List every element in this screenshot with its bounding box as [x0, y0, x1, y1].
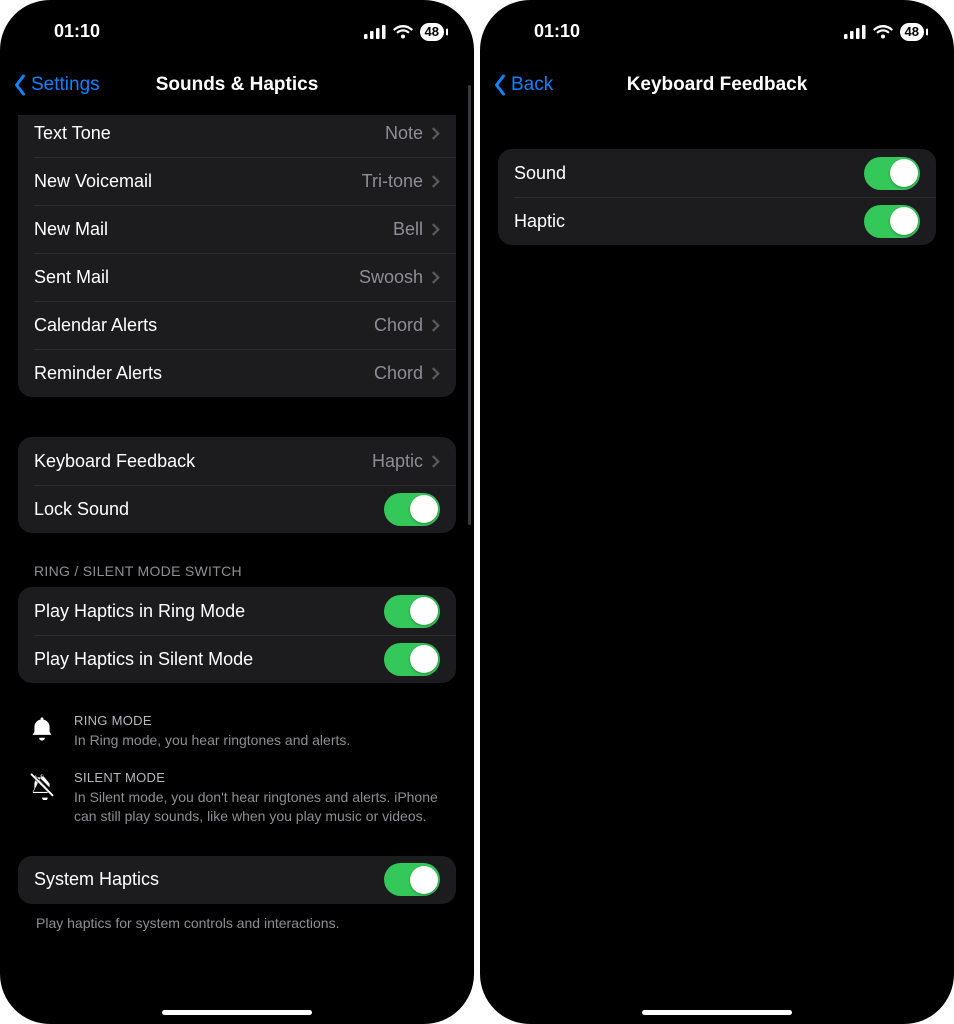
row-label: Play Haptics in Silent Mode	[34, 649, 253, 670]
info-desc: In Ring mode, you hear ringtones and ale…	[74, 731, 450, 750]
back-button[interactable]: Back	[480, 74, 553, 96]
bell-icon	[26, 713, 58, 743]
nav-header: Settings Sounds & Haptics	[0, 63, 474, 107]
status-bar: 01:10 48	[480, 0, 954, 55]
back-label: Settings	[31, 74, 100, 96]
sound-settings-group: Text Tone Note New Voicemail Tri-tone Ne…	[18, 115, 456, 397]
row-value: Tri-tone	[362, 171, 423, 192]
row-label: Lock Sound	[34, 499, 129, 520]
chevron-right-icon	[431, 366, 440, 381]
ring-haptics-toggle[interactable]	[384, 595, 440, 628]
chevron-right-icon	[431, 270, 440, 285]
info-silent-mode: SILENT MODE In Silent mode, you don't he…	[26, 770, 450, 826]
row-reminder-alerts[interactable]: Reminder Alerts Chord	[18, 349, 456, 397]
wifi-icon	[393, 25, 413, 39]
back-label: Back	[511, 74, 553, 96]
row-new-mail[interactable]: New Mail Bell	[18, 205, 456, 253]
wifi-icon	[873, 25, 893, 39]
row-value: Haptic	[372, 451, 423, 472]
row-label: New Mail	[34, 219, 108, 240]
row-sent-mail[interactable]: Sent Mail Swoosh	[18, 253, 456, 301]
info-title: SILENT MODE	[74, 770, 450, 785]
system-haptics-group: System Haptics	[18, 856, 456, 904]
row-calendar-alerts[interactable]: Calendar Alerts Chord	[18, 301, 456, 349]
status-right: 48	[844, 23, 924, 41]
ring-silent-group: Play Haptics in Ring Mode Play Haptics i…	[18, 587, 456, 683]
row-value: Swoosh	[359, 267, 423, 288]
keyboard-feedback-group: Sound Haptic	[498, 149, 936, 245]
row-label: Calendar Alerts	[34, 315, 157, 336]
battery-indicator: 48	[900, 23, 924, 41]
keyboard-lock-group: Keyboard Feedback Haptic Lock Sound	[18, 437, 456, 533]
row-system-haptics[interactable]: System Haptics	[18, 856, 456, 904]
content-area: Text Tone Note New Voicemail Tri-tone Ne…	[0, 115, 474, 1024]
info-title: RING MODE	[74, 713, 450, 728]
cell-signal-icon	[364, 25, 386, 39]
chevron-right-icon	[431, 126, 440, 141]
status-right: 48	[364, 23, 444, 41]
status-bar: 01:10 48	[0, 0, 474, 55]
sound-toggle[interactable]	[864, 157, 920, 190]
battery-level: 48	[425, 24, 439, 39]
row-new-voicemail[interactable]: New Voicemail Tri-tone	[18, 157, 456, 205]
chevron-left-icon	[492, 74, 507, 96]
row-value: Chord	[374, 315, 423, 336]
haptic-toggle[interactable]	[864, 205, 920, 238]
back-button[interactable]: Settings	[0, 74, 100, 96]
scrollbar-indicator[interactable]	[468, 85, 471, 525]
group-footer-system-haptics: Play haptics for system controls and int…	[36, 914, 450, 932]
row-text-tone[interactable]: Text Tone Note	[18, 115, 456, 157]
row-value: Note	[385, 123, 423, 144]
info-desc: In Silent mode, you don't hear ringtones…	[74, 788, 450, 826]
silent-haptics-toggle[interactable]	[384, 643, 440, 676]
row-haptic[interactable]: Haptic	[498, 197, 936, 245]
group-header-ring-silent: RING / SILENT MODE SWITCH	[34, 563, 450, 579]
row-keyboard-feedback[interactable]: Keyboard Feedback Haptic	[18, 437, 456, 485]
row-label: Keyboard Feedback	[34, 451, 195, 472]
home-indicator[interactable]	[642, 1010, 792, 1015]
info-ring-mode: RING MODE In Ring mode, you hear rington…	[26, 713, 450, 750]
row-label: Text Tone	[34, 123, 111, 144]
chevron-right-icon	[431, 222, 440, 237]
lock-sound-toggle[interactable]	[384, 493, 440, 526]
row-label: Sent Mail	[34, 267, 109, 288]
nav-header: Back Keyboard Feedback	[480, 63, 954, 107]
row-label: New Voicemail	[34, 171, 152, 192]
row-lock-sound[interactable]: Lock Sound	[18, 485, 456, 533]
chevron-right-icon	[431, 174, 440, 189]
battery-indicator: 48	[420, 23, 444, 41]
row-label: Sound	[514, 163, 566, 184]
status-time: 01:10	[54, 21, 154, 42]
system-haptics-toggle[interactable]	[384, 863, 440, 896]
cell-signal-icon	[844, 25, 866, 39]
row-sound[interactable]: Sound	[498, 149, 936, 197]
row-label: Haptic	[514, 211, 565, 232]
phone-left: 01:10 48 Settings Sounds & Haptics Text …	[0, 0, 474, 1024]
row-label: System Haptics	[34, 869, 159, 890]
phone-right: 01:10 48 Back Keyboard Feedback Sound Ha…	[480, 0, 954, 1024]
row-label: Play Haptics in Ring Mode	[34, 601, 245, 622]
row-value: Bell	[393, 219, 423, 240]
row-silent-haptics[interactable]: Play Haptics in Silent Mode	[18, 635, 456, 683]
chevron-right-icon	[431, 318, 440, 333]
chevron-right-icon	[431, 454, 440, 469]
battery-level: 48	[905, 24, 919, 39]
chevron-left-icon	[12, 74, 27, 96]
row-ring-haptics[interactable]: Play Haptics in Ring Mode	[18, 587, 456, 635]
row-label: Reminder Alerts	[34, 363, 162, 384]
content-area: Sound Haptic	[480, 115, 954, 1024]
row-value: Chord	[374, 363, 423, 384]
bell-slash-icon	[26, 770, 58, 800]
home-indicator[interactable]	[162, 1010, 312, 1015]
status-time: 01:10	[534, 21, 634, 42]
